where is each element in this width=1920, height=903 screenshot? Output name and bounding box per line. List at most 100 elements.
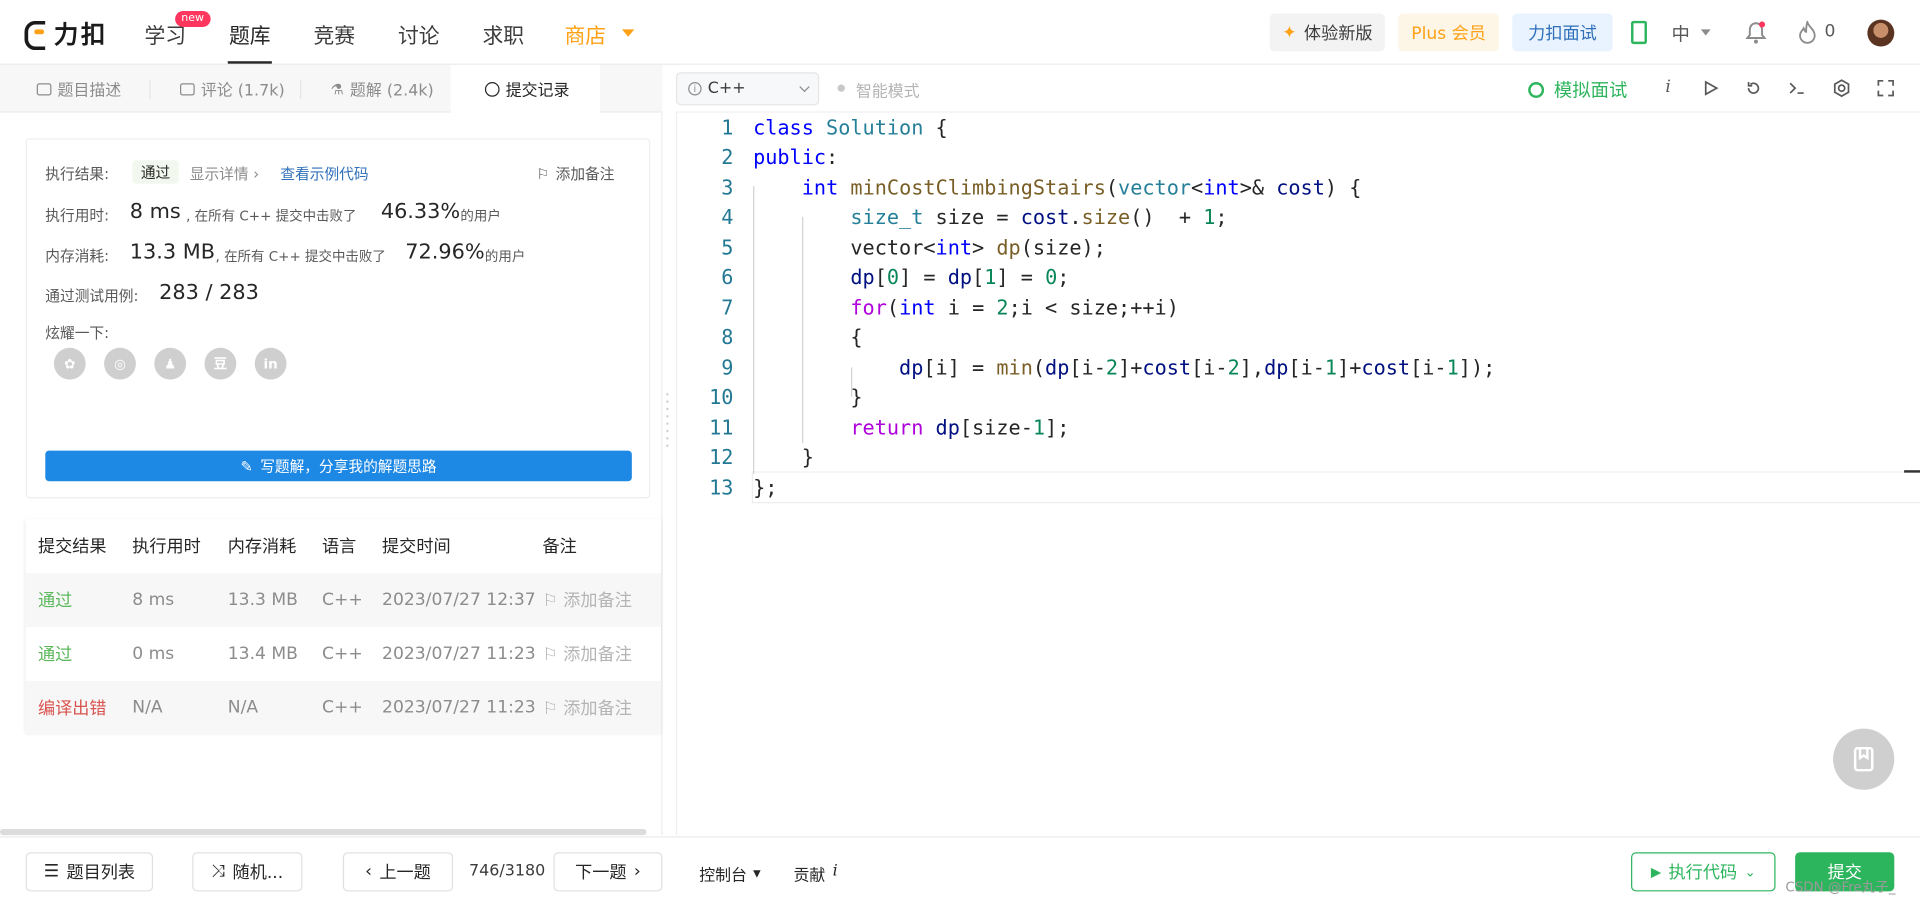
clock-icon [484,81,500,97]
line-number: 5 [721,236,734,260]
row-add-note[interactable]: ⚐ 添加备注 [542,588,631,612]
qq-icon[interactable]: ♟ [154,347,187,380]
code-line[interactable]: 6 dp[0] = dp[1] = 0; [677,263,1920,292]
logo-icon [22,17,46,50]
code-line[interactable]: 8 { [677,323,1920,352]
wechat-icon[interactable]: ✿ [53,347,86,380]
try-new-version-button[interactable]: ✦ 体验新版 [1269,13,1385,52]
tab-description[interactable]: 题目描述 [29,65,128,113]
write-solution-button[interactable]: ✎ 写题解，分享我的解题思路 [45,450,632,482]
caret-down-icon: ▼ [753,868,761,880]
memory-label: 内存消耗: [45,247,110,265]
show-detail-link[interactable]: 显示详情 › [190,163,259,184]
language-switch[interactable]: 中 [1671,21,1689,47]
next-problem-button[interactable]: 下一题 › [553,852,663,892]
info-icon[interactable]: i [1665,77,1670,97]
nav-problems[interactable]: 题库 [229,18,271,48]
weibo-icon[interactable]: ◎ [104,347,136,380]
row-language: C++ [322,644,363,664]
linkedin-icon[interactable]: in [254,347,287,380]
code-line[interactable]: 12 } [677,443,1920,472]
chevron-down-icon[interactable] [1700,29,1711,36]
flag-icon: ⚐ [536,164,550,182]
chevron-down-icon[interactable] [622,29,635,37]
alarm-clock-icon [1528,82,1545,98]
leetcode-logo[interactable]: 力扣 [22,15,108,51]
play-icon[interactable] [1702,80,1719,97]
reset-icon[interactable] [1745,80,1762,97]
language-select[interactable]: i C++ [675,72,820,106]
line-number: 8 [721,325,734,349]
code-line[interactable]: 10 } [677,383,1920,412]
nav-jobs[interactable]: 求职 [482,18,524,48]
row-add-note[interactable]: ⚐ 添加备注 [542,642,631,666]
code-line[interactable]: 3 int minCostClimbingStairs(vector<int>&… [677,174,1920,203]
smart-mode-toggle[interactable]: 智能模式 [856,78,920,101]
run-code-button[interactable]: ▶ 执行代码 ⌄ [1631,852,1776,892]
smart-mode-dot-icon [837,84,845,92]
try-new-label: 体验新版 [1303,23,1373,44]
mock-interview-button[interactable]: 模拟面试 [1528,77,1627,103]
submission-panel: 执行结果: 通过 显示详情 › 查看示例代码 ⚐ 添加备注 执行用时: 8 ms… [0,112,663,836]
fullscreen-icon[interactable] [1877,79,1894,97]
contribute-button[interactable]: 贡献 i [793,862,837,885]
row-status[interactable]: 通过 [38,642,72,666]
line-number: 7 [721,296,734,320]
notebook-button[interactable] [1833,728,1895,790]
terminal-icon[interactable] [1788,80,1806,97]
code-line[interactable]: 2 public: [677,143,1920,172]
code-line[interactable]: 1 class Solution { [677,114,1920,143]
avatar[interactable] [1867,19,1895,47]
header-language: 语言 [322,537,357,558]
row-status[interactable]: 通过 [38,588,72,612]
mobile-app-icon[interactable] [1631,20,1647,45]
code-line[interactable]: 9 dp[i] = min(dp[i-2]+cost[i-2],dp[i-1]+… [677,354,1920,383]
header-status: 提交结果 [37,537,107,558]
status-badge: 通过 [132,160,179,184]
add-note-button[interactable]: ⚐ 添加备注 [536,163,614,184]
interview-button[interactable]: 力扣面试 [1512,13,1613,52]
code-line[interactable]: 7 for(int i = 2;i < size;++i) [677,294,1920,323]
memory-suffix: 的用户 [484,248,526,265]
view-sample-code-link[interactable]: 查看示例代码 [280,163,368,184]
share-icons: ✿ ◎ ♟ 豆 in [53,347,287,380]
table-row[interactable]: 通过 8 ms 13.3 MB C++ 2023/07/27 12:37 ⚐ 添… [25,573,662,627]
table-row[interactable]: 编译出错 N/A N/A C++ 2023/07/27 11:23 ⚐ 添加备注 [25,680,662,735]
row-memory: 13.4 MB [227,644,298,664]
problem-progress: 746/3180 [468,862,546,881]
nav-contest[interactable]: 竞赛 [313,18,355,48]
code-line[interactable]: 5 vector<int> dp(size); [677,234,1920,263]
fire-icon[interactable] [1798,20,1818,44]
code-line[interactable]: 13}; [677,474,1920,503]
row-memory: 13.3 MB [227,590,298,610]
console-toggle[interactable]: 控制台 ▼ [699,862,760,885]
table-row[interactable]: 通过 0 ms 13.4 MB C++ 2023/07/27 11:23 ⚐ 添… [26,627,662,681]
plus-member-button[interactable]: Plus 会员 [1398,13,1499,52]
tab-comments[interactable]: 评论 (1.7k) [173,65,292,113]
horizontal-scrollbar[interactable] [0,828,647,836]
nav-active-underline [227,61,272,64]
tab-solutions[interactable]: ⚗ 题解 (2.4k) [323,65,441,113]
row-status[interactable]: 编译出错 [38,696,107,720]
scrollbar-marker [1904,470,1920,473]
submissions-table: 提交结果 执行用时 内存消耗 语言 提交时间 备注 通过 8 ms 13.3 M… [25,519,662,735]
random-button[interactable]: ⤨ 随机... [192,852,303,892]
code-line[interactable]: 4 size_t size = cost.size() + 1; [677,203,1920,232]
settings-icon[interactable] [1832,78,1852,98]
panel-resize-handle[interactable] [664,389,671,450]
nav-store[interactable]: 商店 [564,18,606,48]
nav-discuss[interactable]: 讨论 [398,18,440,48]
comment-icon [180,82,195,95]
prev-problem-button[interactable]: ‹ 上一题 [342,852,454,892]
chevron-right-icon: › [633,862,641,882]
code-line[interactable]: 11 return dp[size-1]; [677,414,1920,443]
row-add-note[interactable]: ⚐ 添加备注 [542,696,631,720]
tab-submissions[interactable]: 提交记录 [450,64,601,113]
document-icon [36,82,52,95]
bell-icon[interactable] [1745,21,1767,44]
test-cases-value: 283 / 283 [159,280,259,305]
top-nav: 力扣 学习 new 题库 竞赛 讨论 求职 商店 ✦ 体验新版 Plus 会员 力… [0,0,1920,65]
code-editor[interactable]: 1 class Solution { 2 public: 3 int minCost… [675,112,1920,836]
problem-list-button[interactable]: ☰ 题目列表 [25,852,154,892]
douban-icon[interactable]: 豆 [204,347,237,380]
